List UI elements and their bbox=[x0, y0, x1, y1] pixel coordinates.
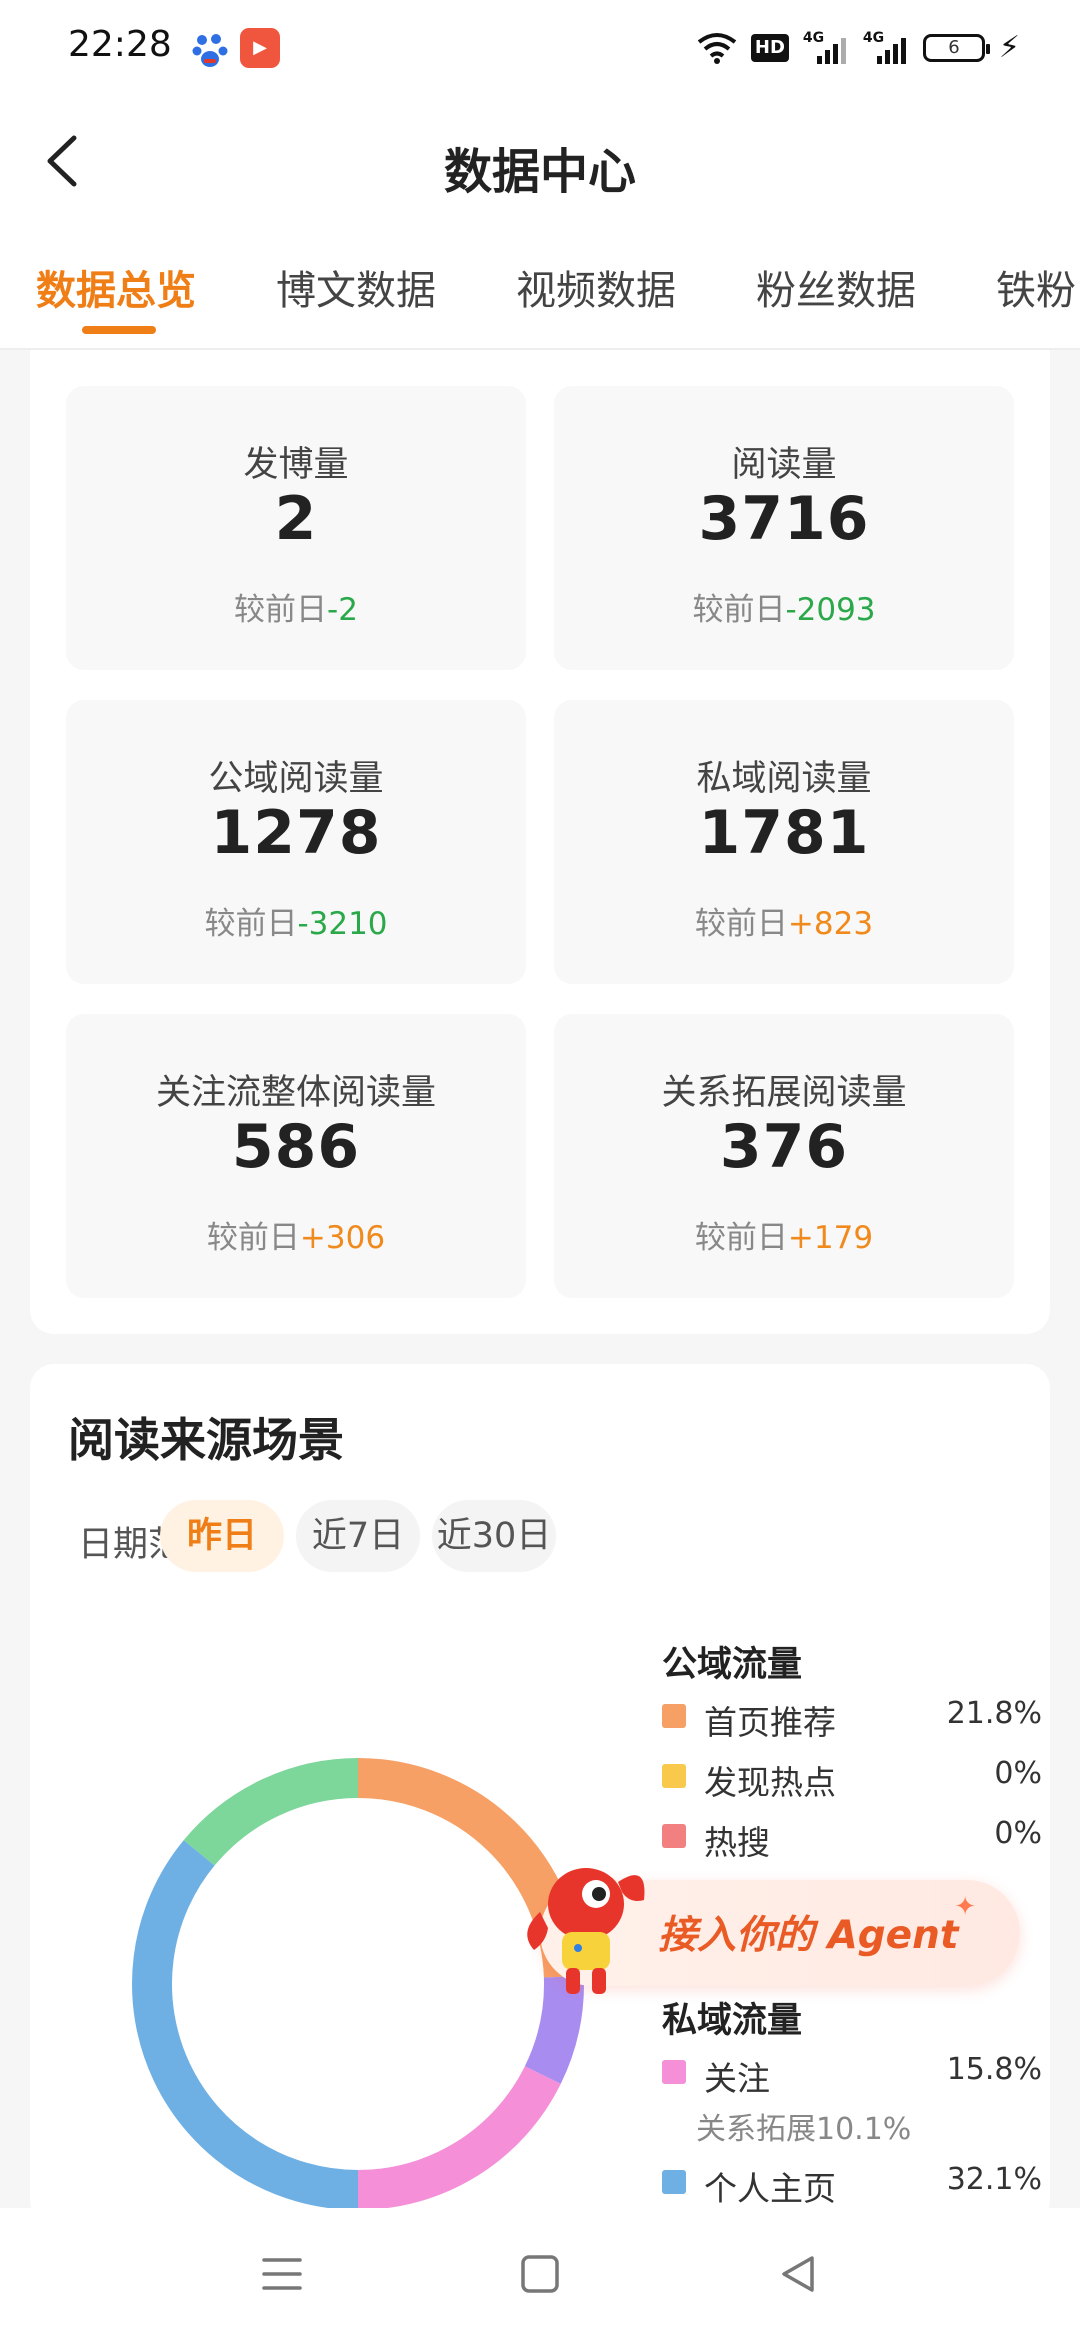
agent-banner-text: 接入你的 Agent bbox=[658, 1913, 959, 1958]
legend-item-hot-search: 热搜 0% bbox=[662, 1816, 1042, 1862]
stat-delta: -2 bbox=[327, 592, 358, 628]
section-title: 阅读来源场景 bbox=[68, 1413, 344, 1467]
tab-posts[interactable]: 博文数据 bbox=[276, 258, 436, 316]
tab-active-indicator bbox=[82, 326, 156, 334]
stat-compare: 较前日+179 bbox=[694, 1220, 874, 1256]
menu-icon[interactable] bbox=[256, 2248, 308, 2300]
legend-pct: 15.8% bbox=[946, 2052, 1042, 2087]
header: 数据中心 bbox=[0, 96, 1080, 234]
public-traffic-heading: 公域流量 bbox=[662, 1645, 803, 1685]
stat-label: 关注流整体阅读量 bbox=[155, 1073, 436, 1113]
stat-compare: 较前日-2 bbox=[234, 592, 358, 628]
signal-icon-2: 4G bbox=[863, 30, 909, 66]
stat-value: 1278 bbox=[210, 798, 382, 868]
legend-item-profile: 个人主页 32.1% bbox=[662, 2162, 1042, 2208]
private-traffic-heading: 私域流量 bbox=[662, 2001, 803, 2041]
screen: 22:28 ▶ HD 4G 4G 6 ⚡ 数据中心 数据总览 博文数据 视频数据… bbox=[0, 0, 1080, 2340]
stat-compare: 较前日+306 bbox=[206, 1220, 386, 1256]
status-bar: 22:28 ▶ HD 4G 4G 6 ⚡ bbox=[0, 0, 1080, 96]
legend-pct: 32.1% bbox=[946, 2162, 1042, 2197]
stat-delta: +179 bbox=[787, 1220, 874, 1256]
signal-icon-1: 4G bbox=[803, 30, 849, 66]
donut-slice-4 bbox=[183, 1758, 359, 1866]
stat-tile-public-reads[interactable]: 公域阅读量 1278 较前日-3210 bbox=[66, 700, 526, 984]
stat-label: 公域阅读量 bbox=[208, 759, 384, 799]
stat-label: 关系拓展阅读量 bbox=[661, 1073, 907, 1113]
stat-delta: +823 bbox=[787, 906, 874, 942]
legend-pct: 0% bbox=[994, 1756, 1042, 1791]
stat-compare: 较前日-2093 bbox=[692, 592, 876, 628]
legend-pct: 21.8% bbox=[946, 1696, 1042, 1731]
stat-delta: +306 bbox=[299, 1220, 386, 1256]
stat-value: 1781 bbox=[698, 798, 870, 868]
legend-swatch bbox=[662, 1824, 686, 1848]
stat-label: 发博量 bbox=[243, 445, 349, 485]
status-time: 22:28 bbox=[68, 24, 172, 65]
tab-overview[interactable]: 数据总览 bbox=[36, 258, 196, 316]
page-title: 数据中心 bbox=[443, 144, 636, 200]
lobster-mascot-icon bbox=[527, 1868, 645, 1994]
stat-value: 2 bbox=[274, 484, 318, 554]
battery-icon: 6 bbox=[922, 34, 990, 62]
stat-tile-follow-feed-reads[interactable]: 关注流整体阅读量 586 较前日+306 bbox=[66, 1014, 526, 1298]
status-icons: HD 4G 4G 6 ⚡ bbox=[697, 28, 1020, 68]
tab-videos[interactable]: 视频数据 bbox=[516, 258, 676, 316]
stat-value: 586 bbox=[231, 1112, 361, 1182]
legend-swatch bbox=[662, 1704, 686, 1728]
stat-label: 私域阅读量 bbox=[696, 759, 872, 799]
legend-name: 热搜 bbox=[704, 1823, 770, 1862]
stat-tile-reads[interactable]: 阅读量 3716 较前日-2093 bbox=[554, 386, 1014, 670]
legend-swatch bbox=[662, 2060, 686, 2084]
stat-value: 376 bbox=[719, 1112, 849, 1182]
legend-pct: 0% bbox=[994, 1816, 1042, 1851]
stat-delta: -2093 bbox=[785, 592, 876, 628]
date-option-yesterday[interactable]: 昨日 bbox=[160, 1500, 284, 1572]
legend-name: 个人主页 bbox=[704, 2169, 836, 2208]
back-triangle-icon[interactable] bbox=[772, 2248, 824, 2300]
system-nav-bar bbox=[0, 2208, 1080, 2340]
baidu-paw-icon bbox=[192, 34, 228, 67]
charging-icon: ⚡ bbox=[998, 30, 1020, 65]
stat-compare: 较前日-3210 bbox=[204, 906, 388, 942]
reading-source-card: 阅读来源场景 日期范围 昨日 近7日 公域流量 首页推荐 21.8% 发现热点 … bbox=[30, 1364, 1050, 2224]
legend-item-discover: 发现热点 0% bbox=[662, 1756, 1042, 1802]
wifi-icon bbox=[697, 33, 737, 64]
tab-fans[interactable]: 粉丝数据 bbox=[756, 258, 916, 316]
legend-item-follow: 关注 15.8% bbox=[662, 2052, 1042, 2098]
donut-slice-2 bbox=[357, 2065, 561, 2210]
legend-name: 关注 bbox=[704, 2059, 770, 2098]
stat-delta: -3210 bbox=[297, 906, 388, 942]
sparkle-icon: ✦ bbox=[954, 1892, 976, 1922]
stat-tile-private-reads[interactable]: 私域阅读量 1781 较前日+823 bbox=[554, 700, 1014, 984]
tab-bar: 数据总览 博文数据 视频数据 粉丝数据 铁粉 bbox=[0, 234, 1080, 350]
legend-swatch bbox=[662, 1764, 686, 1788]
home-icon[interactable] bbox=[514, 2248, 566, 2300]
legend-name: 发现热点 bbox=[704, 1763, 836, 1802]
stat-compare: 较前日+823 bbox=[694, 906, 874, 942]
date-option-30days[interactable]: 近30日 bbox=[432, 1500, 556, 1572]
donut-slice-3 bbox=[132, 1840, 359, 2210]
legend-swatch bbox=[662, 2170, 686, 2194]
tab-iron-fans[interactable]: 铁粉 bbox=[996, 258, 1076, 316]
hd-icon: HD bbox=[750, 34, 789, 62]
video-app-icon: ▶ bbox=[240, 28, 280, 68]
stat-tile-relation-reads[interactable]: 关系拓展阅读量 376 较前日+179 bbox=[554, 1014, 1014, 1298]
legend-subitem-relation: 关系拓展10.1% bbox=[696, 2112, 912, 2147]
stat-label: 阅读量 bbox=[731, 445, 837, 485]
stats-card: 发博量 2 较前日-2 阅读量 3716 较前日-2093 公域阅读量 1278… bbox=[30, 350, 1050, 1334]
date-option-7days[interactable]: 近7日 bbox=[296, 1500, 420, 1572]
legend-name: 首页推荐 bbox=[704, 1703, 836, 1742]
stat-value: 3716 bbox=[698, 484, 870, 554]
stat-tile-posts[interactable]: 发博量 2 较前日-2 bbox=[66, 386, 526, 670]
legend-item-homepage: 首页推荐 21.8% bbox=[662, 1696, 1042, 1742]
